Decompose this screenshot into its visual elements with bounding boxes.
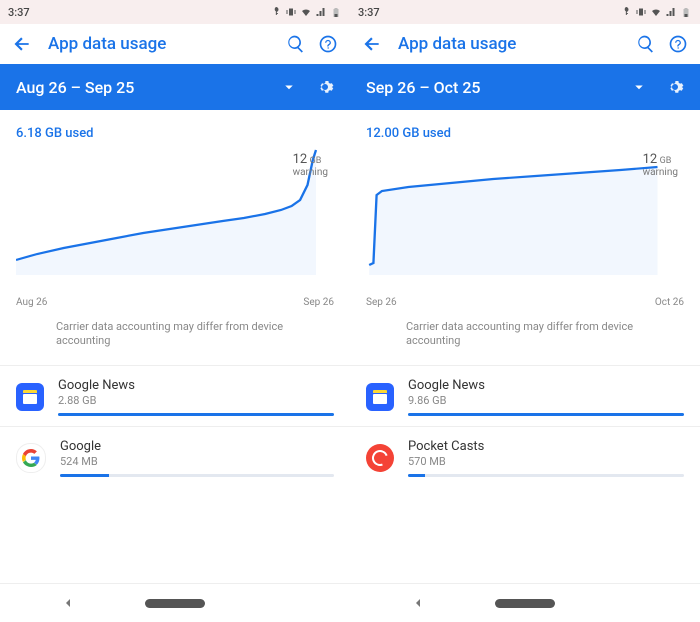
carrier-note: Carrier data accounting may differ from … xyxy=(350,316,700,365)
vibrate-icon xyxy=(285,6,297,18)
warning-label: 12 GBwarning xyxy=(293,153,328,178)
help-icon xyxy=(668,34,688,54)
usage-chart: 12 GBwarning xyxy=(350,145,700,295)
app-row-google-news[interactable]: Google News 2.88 GB xyxy=(0,366,350,426)
usage-total: 12.00 GB used xyxy=(350,110,700,145)
app-bar: App data usage xyxy=(0,24,350,64)
battery-icon xyxy=(680,6,692,18)
chevron-down-icon xyxy=(280,78,298,96)
app-name: Pocket Casts xyxy=(408,439,684,454)
search-button[interactable] xyxy=(280,28,312,60)
carrier-note: Carrier data accounting may differ from … xyxy=(0,316,350,365)
app-row-google[interactable]: Google 524 MB xyxy=(0,427,350,487)
app-row-pocket-casts[interactable]: Pocket Casts 570 MB xyxy=(350,427,700,487)
phone-right: 3:37 App data usage Sep 26 – Oct 25 12.0… xyxy=(350,0,700,622)
search-icon xyxy=(636,34,656,54)
date-end: Sep 26 xyxy=(303,297,334,308)
help-button[interactable] xyxy=(662,28,694,60)
status-icons xyxy=(620,6,692,18)
battery-icon xyxy=(330,6,342,18)
search-button[interactable] xyxy=(630,28,662,60)
chevron-down-icon xyxy=(630,78,648,96)
key-icon xyxy=(620,6,632,18)
status-icons xyxy=(270,6,342,18)
date-end: Oct 26 xyxy=(655,297,684,308)
page-title: App data usage xyxy=(48,34,280,54)
nav-bar xyxy=(0,583,350,622)
signal-icon xyxy=(315,6,327,18)
app-name: Google News xyxy=(408,378,684,393)
chart-dates: Sep 26 Oct 26 xyxy=(350,295,700,316)
wifi-icon xyxy=(300,6,312,18)
date-range-label: Aug 26 – Sep 25 xyxy=(16,78,280,97)
app-size: 9.86 GB xyxy=(408,394,684,407)
nav-home-pill[interactable] xyxy=(495,599,555,608)
date-start: Aug 26 xyxy=(16,297,47,308)
date-start: Sep 26 xyxy=(366,297,397,308)
status-time: 3:37 xyxy=(8,6,30,19)
signal-icon xyxy=(665,6,677,18)
help-button[interactable] xyxy=(312,28,344,60)
phone-left: 3:37 App data usage Aug 26 – Sep 25 6.18… xyxy=(0,0,350,622)
wifi-icon xyxy=(650,6,662,18)
page-title: App data usage xyxy=(398,34,630,54)
app-name: Google News xyxy=(58,378,334,393)
usage-chart: 12 GBwarning xyxy=(0,145,350,295)
chart-dates: Aug 26 Sep 26 xyxy=(0,295,350,316)
google-news-icon xyxy=(16,383,44,411)
help-icon xyxy=(318,34,338,54)
google-news-icon xyxy=(366,383,394,411)
app-bar: App data usage xyxy=(350,24,700,64)
vibrate-icon xyxy=(635,6,647,18)
app-size: 570 MB xyxy=(408,455,684,468)
nav-back[interactable] xyxy=(60,595,76,611)
nav-bar xyxy=(350,583,700,622)
back-button[interactable] xyxy=(356,28,388,60)
nav-home-pill[interactable] xyxy=(145,599,205,608)
pocket-casts-icon xyxy=(366,444,394,472)
key-icon xyxy=(270,6,282,18)
warning-label: 12 GBwarning xyxy=(643,153,678,178)
date-range-bar[interactable]: Sep 26 – Oct 25 xyxy=(350,64,700,110)
status-time: 3:37 xyxy=(358,6,380,19)
app-size: 2.88 GB xyxy=(58,394,334,407)
search-icon xyxy=(286,34,306,54)
status-bar: 3:37 xyxy=(350,0,700,24)
google-icon xyxy=(16,443,46,473)
app-name: Google xyxy=(60,439,334,454)
nav-back[interactable] xyxy=(410,595,426,611)
usage-total: 6.18 GB used xyxy=(0,110,350,145)
gear-icon[interactable] xyxy=(666,78,684,96)
date-range-label: Sep 26 – Oct 25 xyxy=(366,78,630,97)
date-range-bar[interactable]: Aug 26 – Sep 25 xyxy=(0,64,350,110)
back-button[interactable] xyxy=(6,28,38,60)
app-row-google-news[interactable]: Google News 9.86 GB xyxy=(350,366,700,426)
gear-icon[interactable] xyxy=(316,78,334,96)
status-bar: 3:37 xyxy=(0,0,350,24)
app-size: 524 MB xyxy=(60,455,334,468)
